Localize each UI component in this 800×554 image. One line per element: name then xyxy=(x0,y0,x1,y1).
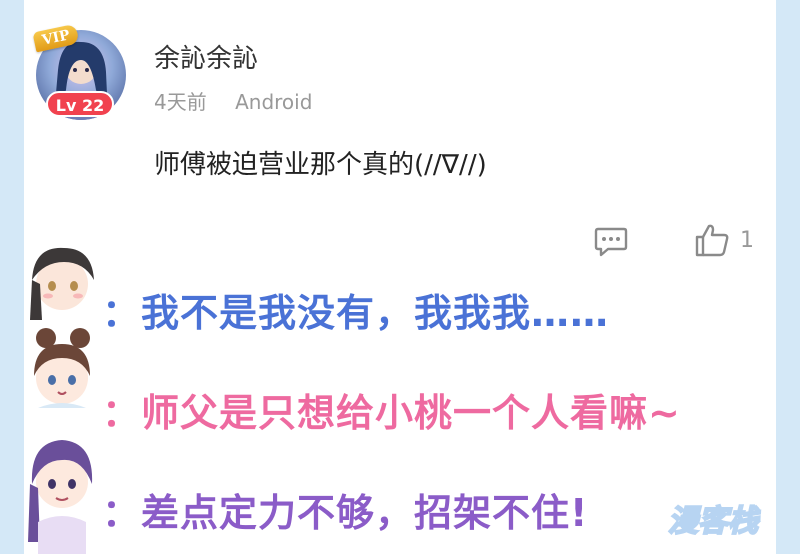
thumbs-up-icon xyxy=(694,224,730,262)
reply-button[interactable] xyxy=(594,226,628,258)
right-border xyxy=(776,0,800,554)
comment-meta: 4天前 Android xyxy=(154,86,312,115)
character-avatar-1 xyxy=(24,240,100,320)
dialogue-line-2: ：师父是只想给小桃一个人看嘛~ xyxy=(102,382,681,437)
dialogue-text-3: ：差点定力不够，招架不住! xyxy=(102,491,589,535)
comment-bubble-icon xyxy=(594,227,628,262)
dialogue-text-1: ：我不是我没有，我我我…… xyxy=(102,291,610,335)
character-avatar-2 xyxy=(24,328,100,408)
like-button[interactable] xyxy=(694,222,730,258)
dialogue-line-3: ：差点定力不够，招架不住! xyxy=(102,482,588,537)
user-level-badge: Lv 22 xyxy=(46,91,114,117)
dialogue-line-1: ：我不是我没有，我我我…… xyxy=(102,282,609,337)
username[interactable]: 余訫余訫 xyxy=(154,38,258,75)
character-avatar-3 xyxy=(24,426,100,554)
comment-time: 4天前 xyxy=(154,90,207,114)
dialogue-text-2: ：师父是只想给小桃一个人看嘛~ xyxy=(102,391,681,435)
comment-platform: Android xyxy=(235,90,313,114)
watermark-logo: 漫客栈 xyxy=(667,503,759,540)
comment-text: 师傅被迫营业那个真的(//∇//) xyxy=(154,150,487,180)
like-count: 1 xyxy=(740,228,754,253)
left-border xyxy=(0,0,24,554)
comment-panel xyxy=(24,0,776,554)
